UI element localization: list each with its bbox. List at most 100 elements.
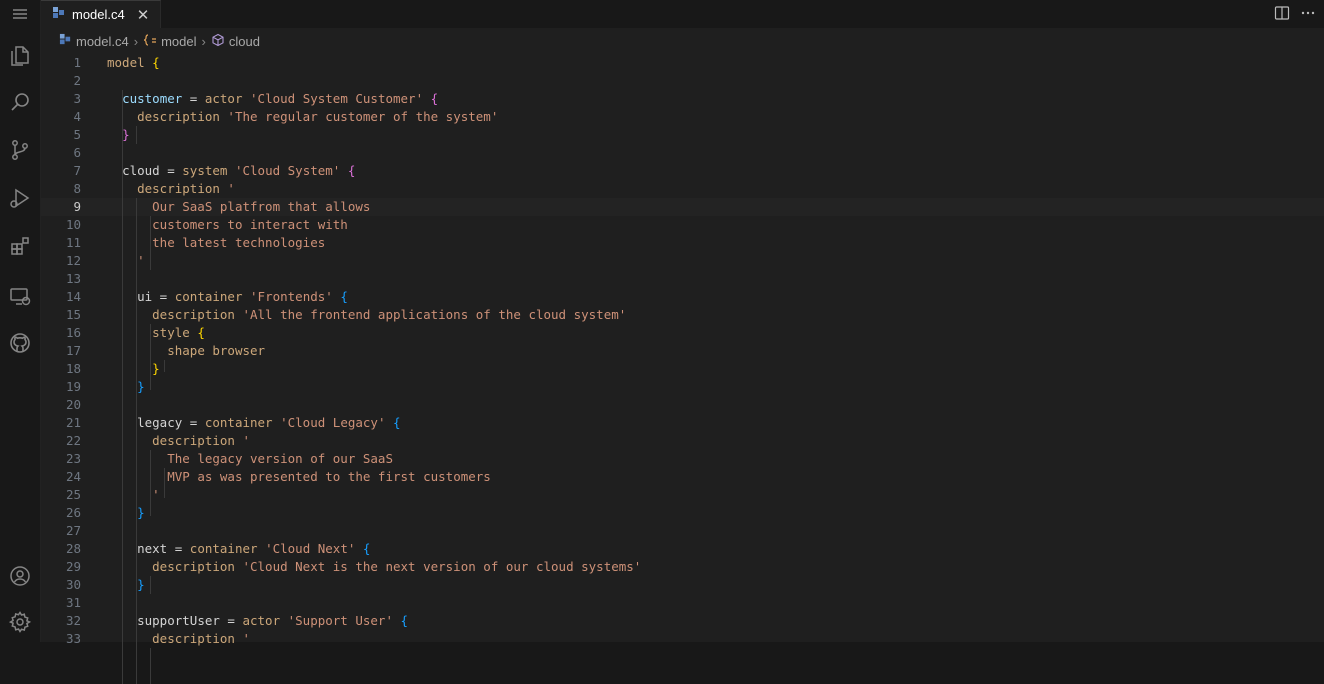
code-content: next = container 'Cloud Next' { xyxy=(107,540,370,558)
code-line[interactable]: 13 xyxy=(41,270,1324,288)
chevron-right-icon: › xyxy=(201,33,206,49)
code-line[interactable]: 9 Our SaaS platfrom that allows xyxy=(41,198,1324,216)
code-line[interactable]: 7 cloud = system 'Cloud System' { xyxy=(41,162,1324,180)
line-number: 13 xyxy=(65,271,81,286)
code-line[interactable]: 29 description 'Cloud Next is the next v… xyxy=(41,558,1324,576)
code-line[interactable]: 18 } xyxy=(41,360,1324,378)
settings-gear-icon[interactable] xyxy=(0,602,40,642)
code-line[interactable]: 4 description 'The regular customer of t… xyxy=(41,108,1324,126)
code-line[interactable]: 15 description 'All the frontend applica… xyxy=(41,306,1324,324)
line-number: 29 xyxy=(65,559,81,574)
editor-actions xyxy=(1274,5,1316,25)
code-line[interactable]: 25 ' xyxy=(41,486,1324,504)
code-content: description ' xyxy=(107,432,250,450)
code-content: customers to interact with xyxy=(107,216,348,234)
code-line[interactable]: 6 xyxy=(41,144,1324,162)
code-line[interactable]: 11 the latest technologies xyxy=(41,234,1324,252)
split-editor-icon[interactable] xyxy=(1274,5,1290,25)
code-content: ui = container 'Frontends' { xyxy=(107,288,348,306)
code-token: container xyxy=(204,415,281,430)
line-number: 12 xyxy=(65,253,81,268)
code-token: ' xyxy=(227,181,235,196)
code-line[interactable]: 3 customer = actor 'Cloud System Custome… xyxy=(41,90,1324,108)
account-icon[interactable] xyxy=(0,556,40,596)
code-line[interactable]: 19 } xyxy=(41,378,1324,396)
code-line[interactable]: 21 legacy = container 'Cloud Legacy' { xyxy=(41,414,1324,432)
code-line[interactable]: 12 ' xyxy=(41,252,1324,270)
line-number: 22 xyxy=(65,433,81,448)
code-line[interactable]: 27 xyxy=(41,522,1324,540)
line-number: 27 xyxy=(65,523,81,538)
code-token: 'Cloud System' xyxy=(234,163,341,178)
code-editor[interactable]: 1 model {2 3 customer = actor 'Cloud Syste… xyxy=(41,54,1324,684)
code-line[interactable]: 17 shape browser xyxy=(41,342,1324,360)
code-content: supportUser = actor 'Support User' { xyxy=(107,612,408,630)
code-token: } xyxy=(137,505,145,520)
more-actions-icon[interactable] xyxy=(1300,5,1316,25)
code-line[interactable]: 16 style { xyxy=(41,324,1324,342)
code-token: } xyxy=(137,577,145,592)
extensions-icon[interactable] xyxy=(0,226,40,266)
line-number: 28 xyxy=(65,541,81,556)
line-number: 10 xyxy=(65,217,81,232)
code-content: model { xyxy=(107,54,160,72)
code-line[interactable]: 24 MVP as was presented to the first cus… xyxy=(41,468,1324,486)
code-line[interactable]: 5 } xyxy=(41,126,1324,144)
code-line[interactable]: 31 xyxy=(41,594,1324,612)
github-icon[interactable] xyxy=(0,323,40,363)
code-line[interactable]: 33 description ' xyxy=(41,630,1324,648)
indent-guide xyxy=(150,324,151,390)
remote-explorer-icon[interactable] xyxy=(0,276,40,316)
code-line[interactable]: 20 xyxy=(41,396,1324,414)
code-line[interactable]: 8 description ' xyxy=(41,180,1324,198)
code-token: { xyxy=(152,55,160,70)
breadcrumb: model.c4 › model › cloud xyxy=(41,28,1324,54)
breadcrumb-model[interactable]: model xyxy=(143,33,197,50)
code-line[interactable]: 32 supportUser = actor 'Support User' { xyxy=(41,612,1324,630)
activity-bar xyxy=(0,0,41,642)
code-line[interactable]: 26 } xyxy=(41,504,1324,522)
code-content: description 'Cloud Next is the next vers… xyxy=(107,558,641,576)
line-number: 6 xyxy=(73,145,81,160)
code-token: = xyxy=(182,91,205,106)
editor-tab-model-c4[interactable]: model.c4 ✕ xyxy=(41,0,161,28)
code-line[interactable]: 1 model { xyxy=(41,54,1324,72)
explorer-icon[interactable] xyxy=(0,36,40,76)
close-icon[interactable]: ✕ xyxy=(137,6,150,24)
code-token: style xyxy=(152,325,198,340)
line-number: 3 xyxy=(73,91,81,106)
breadcrumb-file[interactable]: model.c4 xyxy=(59,33,129,49)
code-token: { xyxy=(393,415,401,430)
code-content: cloud = system 'Cloud System' { xyxy=(107,162,355,180)
code-line[interactable]: 10 customers to interact with xyxy=(41,216,1324,234)
code-line[interactable]: 22 description ' xyxy=(41,432,1324,450)
indent-guide xyxy=(164,468,165,498)
code-token: } xyxy=(122,127,130,142)
menu-icon[interactable] xyxy=(0,0,40,34)
code-line[interactable]: 14 ui = container 'Frontends' { xyxy=(41,288,1324,306)
search-icon[interactable] xyxy=(0,82,40,122)
line-number: 17 xyxy=(65,343,81,358)
run-debug-icon[interactable] xyxy=(0,178,40,218)
code-token: the latest technologies xyxy=(152,235,326,250)
code-line[interactable]: 30 } xyxy=(41,576,1324,594)
breadcrumb-element[interactable]: cloud xyxy=(211,33,260,50)
source-control-icon[interactable] xyxy=(0,130,40,170)
code-token: customer xyxy=(122,91,183,106)
line-number: 23 xyxy=(65,451,81,466)
code-line[interactable]: 28 next = container 'Cloud Next' { xyxy=(41,540,1324,558)
line-number: 14 xyxy=(65,289,81,304)
code-line[interactable]: 2 xyxy=(41,72,1324,90)
line-number: 19 xyxy=(65,379,81,394)
code-line[interactable]: 23 The legacy version of our SaaS xyxy=(41,450,1324,468)
